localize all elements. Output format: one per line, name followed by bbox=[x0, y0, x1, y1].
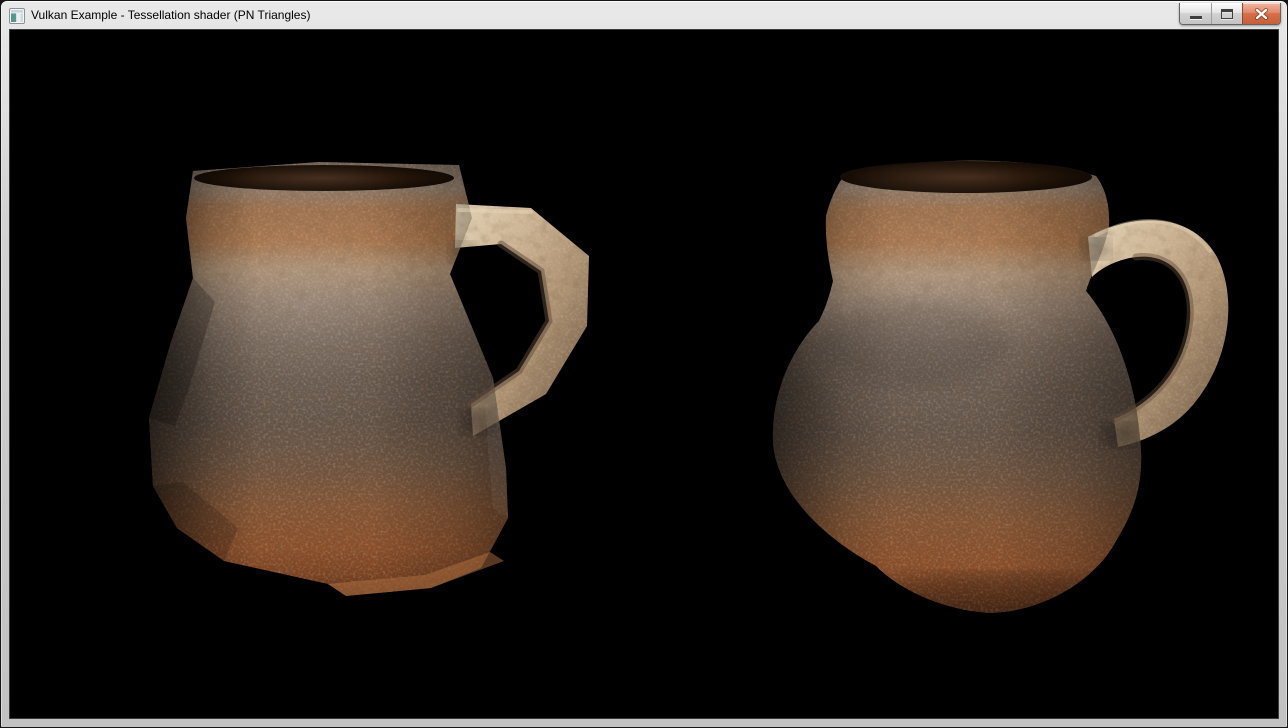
render-viewport[interactable] bbox=[9, 29, 1279, 719]
jug-model-low-poly bbox=[141, 156, 591, 616]
app-window: Vulkan Example - Tessellation shader (PN… bbox=[0, 0, 1288, 728]
app-icon[interactable] bbox=[9, 8, 25, 24]
maximize-button[interactable] bbox=[1211, 3, 1242, 24]
minimize-icon bbox=[1190, 16, 1202, 19]
minimize-button[interactable] bbox=[1180, 3, 1211, 24]
window-controls bbox=[1179, 3, 1281, 25]
close-icon bbox=[1254, 8, 1269, 20]
maximize-icon bbox=[1221, 9, 1233, 19]
titlebar[interactable]: Vulkan Example - Tessellation shader (PN… bbox=[2, 2, 1286, 29]
close-button[interactable] bbox=[1242, 3, 1280, 24]
jug-model-tessellated bbox=[766, 149, 1236, 619]
window-title: Vulkan Example - Tessellation shader (PN… bbox=[31, 8, 310, 23]
